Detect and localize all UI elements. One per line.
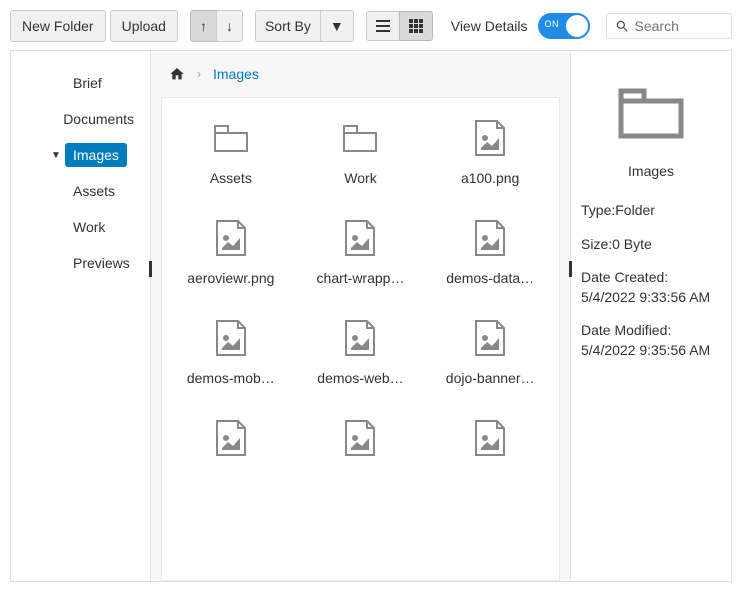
sort-asc-button[interactable]: ↑ [190,10,217,42]
tree-item-work[interactable]: Work [11,209,150,245]
image-file-icon [470,218,510,258]
splitter-left[interactable] [149,261,152,277]
image-file-icon [340,318,380,358]
sort-by-dropdown-button[interactable]: ▼ [320,10,354,42]
details-size: Size:0 Byte [581,235,721,255]
details-type: Type:Folder [581,201,721,221]
image-file-icon [340,218,380,258]
arrow-down-icon: ↓ [226,18,233,34]
tree-item-label: Brief [65,71,110,95]
item-name: aeroviewr.png [187,270,274,286]
image-file-icon [211,418,251,458]
image-file-icon [470,118,510,158]
details-folder-icon [581,81,721,143]
view-details-label: View Details [451,18,528,34]
details-modified: Date Modified: 5/4/2022 9:35:56 AM [581,321,721,360]
details-title: Images [581,163,721,179]
details-panel: Images Type:Folder Size:0 Byte Date Crea… [571,51,731,581]
view-list-button[interactable] [366,11,400,41]
file-item[interactable]: demos-mob… [170,314,292,390]
folder-icon [340,118,380,158]
image-file-icon [340,418,380,458]
tree-item-assets[interactable]: Assets [11,173,150,209]
item-name: a100.png [461,170,519,186]
item-name: dojo-banner… [446,370,535,386]
upload-button[interactable]: Upload [110,10,178,42]
grid-view-icon [409,19,423,33]
details-created: Date Created: 5/4/2022 9:33:56 AM [581,268,721,307]
search-input[interactable] [635,18,723,34]
sort-by-button[interactable]: Sort By [255,10,321,42]
caret-down-icon: ▼ [330,18,344,34]
file-browser: › Images Assets Work a100.png aeroviewr.png… [151,51,571,581]
tree-item-images[interactable]: ▼ Images [11,137,150,173]
item-name: demos-web… [317,370,403,386]
breadcrumb-home[interactable] [169,66,185,82]
file-grid-scroll[interactable]: Assets Work a100.png aeroviewr.png chart-wra… [162,98,559,580]
file-item[interactable]: aeroviewr.png [170,214,292,290]
tree-item-documents[interactable]: Documents [11,101,150,137]
view-details-toggle[interactable]: ON [538,13,590,39]
folder-icon [211,118,251,158]
list-view-icon [376,19,390,33]
view-grid-button[interactable] [399,11,433,41]
breadcrumb: › Images [151,51,570,97]
sort-desc-button[interactable]: ↓ [216,10,243,42]
file-item[interactable] [429,414,551,474]
tree-item-label: Images [65,143,127,167]
breadcrumb-separator: › [197,67,201,81]
image-file-icon [211,218,251,258]
search-icon [615,19,629,33]
arrow-up-icon: ↑ [200,18,207,34]
tree-item-previews[interactable]: Previews [11,245,150,281]
folder-tree: Brief Documents ▼ Images Assets Work Previews [11,51,151,581]
item-name: Assets [210,170,252,186]
image-file-icon [470,418,510,458]
item-name: demos-data… [446,270,534,286]
file-item[interactable]: dojo-banner… [429,314,551,390]
switch-knob [566,15,588,37]
file-item[interactable]: demos-data… [429,214,551,290]
image-file-icon [470,318,510,358]
folder-item[interactable]: Work [300,114,422,190]
file-grid: Assets Work a100.png aeroviewr.png chart-wra… [170,114,551,474]
tree-item-label: Previews [65,251,138,275]
tree-item-label: Documents [55,107,142,131]
item-name: chart-wrapp… [317,270,405,286]
file-item[interactable]: a100.png [429,114,551,190]
item-name: demos-mob… [187,370,275,386]
main: BriefDocuments▼ImagesAssetsWorkPreviews … [10,50,732,582]
toolbar: New Folder Upload ↑ ↓ Sort By ▼ [10,8,732,50]
breadcrumb-current[interactable]: Images [213,66,259,82]
splitter-right[interactable] [569,261,572,277]
home-icon [169,66,185,82]
expander-icon: ▼ [51,150,61,161]
new-folder-button[interactable]: New Folder [10,10,106,42]
switch-on-label: ON [545,19,560,29]
file-item[interactable]: demos-web… [300,314,422,390]
folder-item[interactable]: Assets [170,114,292,190]
file-item[interactable] [170,414,292,474]
file-item[interactable]: chart-wrapp… [300,214,422,290]
tree-item-label: Assets [65,179,123,203]
tree-item-label: Work [65,215,113,239]
tree-item-brief[interactable]: Brief [11,65,150,101]
search-box[interactable] [606,13,732,39]
file-item[interactable] [300,414,422,474]
item-name: Work [344,170,376,186]
image-file-icon [211,318,251,358]
